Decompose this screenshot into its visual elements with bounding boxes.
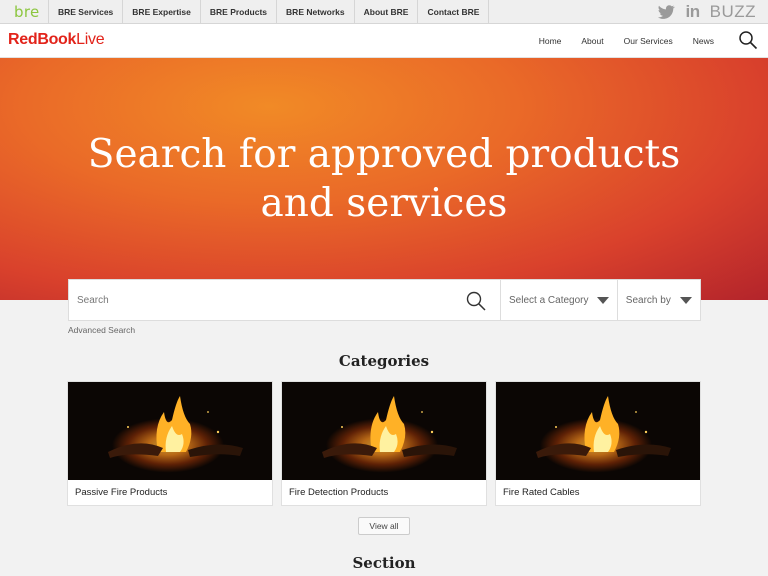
nav-our-services[interactable]: Our Services (614, 36, 683, 46)
category-card[interactable]: Fire Detection Products (281, 381, 487, 506)
search-by-select[interactable]: Search by (616, 280, 700, 320)
hero-title-line-1: Search for approved products (87, 132, 681, 177)
nav-home[interactable]: Home (529, 36, 572, 46)
nav-news[interactable]: News (683, 36, 724, 46)
brand-part-live: Live (76, 31, 105, 48)
bre-top-bar: bre BRE Services BRE Expertise BRE Produ… (0, 0, 768, 24)
categories-heading: Categories (338, 352, 430, 370)
redbooklive-logo[interactable]: RedBookLive (8, 31, 105, 49)
topnav-bre-expertise[interactable]: BRE Expertise (122, 0, 200, 23)
twitter-icon[interactable] (656, 2, 676, 22)
bre-top-nav: BRE Services BRE Expertise BRE Products … (48, 0, 490, 23)
fire-photo (68, 382, 272, 480)
topnav-bre-networks[interactable]: BRE Networks (276, 0, 354, 23)
category-card[interactable]: Fire Rated Cables (495, 381, 701, 506)
topnav-about-bre[interactable]: About BRE (353, 0, 418, 23)
fire-image (496, 382, 700, 480)
search-icon[interactable] (738, 30, 758, 50)
main-nav: Home About Our Services News (529, 24, 724, 58)
view-all-button[interactable]: View all (358, 517, 410, 535)
social-links: in BUZZ (656, 0, 757, 24)
search-by-label: Search by (625, 294, 671, 306)
fire-image (282, 382, 486, 480)
linkedin-icon[interactable]: in (686, 2, 701, 22)
category-cards: Passive Fire Products Fire Detection Pro… (67, 381, 701, 506)
topnav-contact-bre[interactable]: Contact BRE (417, 0, 490, 23)
fire-photo (282, 382, 486, 480)
buzz-link[interactable]: BUZZ (710, 2, 756, 22)
hero-title-line-2: and services (260, 181, 508, 226)
section-heading: Section (352, 554, 416, 572)
chevron-down-icon (596, 296, 609, 304)
hero-banner: Search for approved products and service… (0, 58, 768, 300)
fire-photo (496, 382, 700, 480)
nav-about[interactable]: About (571, 36, 613, 46)
hero-title: Search for approved products and service… (0, 130, 768, 228)
search-submit-icon[interactable] (465, 290, 487, 312)
topnav-bre-services[interactable]: BRE Services (48, 0, 122, 23)
card-label: Fire Rated Cables (503, 487, 580, 498)
brand-part-redbook: RedBook (8, 31, 77, 48)
category-card[interactable]: Passive Fire Products (67, 381, 273, 506)
advanced-search-link[interactable]: Advanced Search (68, 325, 135, 335)
card-label: Fire Detection Products (289, 487, 389, 498)
category-select[interactable]: Select a Category (500, 280, 617, 320)
chevron-down-icon (680, 296, 692, 304)
category-select-label: Select a Category (509, 294, 589, 306)
card-label: Passive Fire Products (75, 487, 168, 498)
search-bar: Select a Category Search by (68, 279, 701, 321)
bre-logo[interactable]: bre (0, 0, 48, 23)
fire-image (68, 382, 272, 480)
search-input[interactable] (69, 280, 500, 320)
topnav-bre-products[interactable]: BRE Products (199, 0, 276, 23)
site-header: RedBookLive Home About Our Services News (0, 24, 768, 58)
